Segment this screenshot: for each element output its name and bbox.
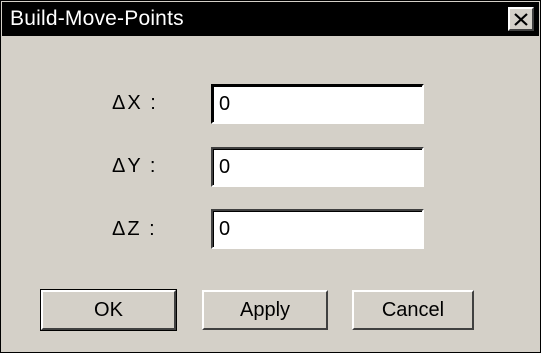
delta-x-label: ΔX : <box>112 92 158 114</box>
close-icon <box>514 12 528 26</box>
close-button[interactable] <box>508 7 534 31</box>
cancel-button[interactable]: Cancel <box>352 290 474 330</box>
delta-y-input[interactable] <box>211 147 424 187</box>
ok-button[interactable]: OK <box>40 289 177 331</box>
window-title: Build-Move-Points <box>10 7 184 30</box>
title-bar[interactable]: Build-Move-Points <box>2 2 539 36</box>
delta-z-input[interactable] <box>211 209 424 249</box>
apply-button[interactable]: Apply <box>202 290 328 330</box>
delta-x-input[interactable] <box>211 84 424 124</box>
delta-z-label: ΔZ : <box>112 218 157 240</box>
delta-y-label: ΔY : <box>112 155 158 177</box>
build-move-points-dialog: Build-Move-Points ΔX : ΔY : ΔZ : OK Appl… <box>0 0 541 353</box>
